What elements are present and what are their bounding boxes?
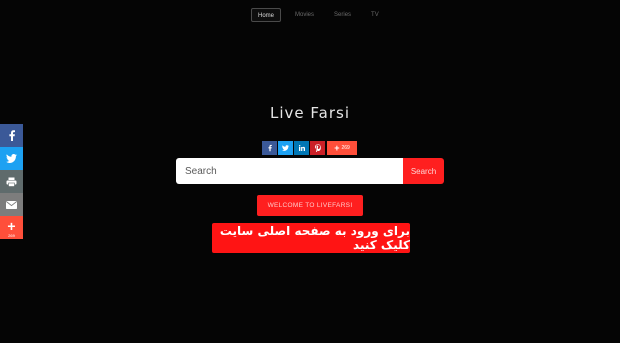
pinterest-share-button[interactable] [310, 141, 325, 155]
plus-icon: + [334, 142, 340, 153]
nav-item-series[interactable]: Series [328, 8, 357, 22]
facebook-share-button[interactable] [0, 124, 23, 147]
print-share-button[interactable] [0, 170, 23, 193]
search-form: Search [176, 158, 444, 184]
twitter-share-button[interactable] [278, 141, 293, 155]
twitter-share-button[interactable] [0, 147, 23, 170]
plus-icon: + [7, 217, 16, 234]
email-icon [6, 200, 17, 209]
twitter-icon [6, 154, 17, 163]
share-count: 269 [8, 233, 15, 238]
top-nav: Home Movies Series TV [251, 8, 393, 22]
nav-item-home[interactable]: Home [251, 8, 282, 22]
site-title: Live Farsi [270, 104, 350, 122]
print-icon [6, 177, 17, 187]
search-input[interactable] [176, 158, 403, 184]
pinterest-icon [314, 144, 321, 152]
facebook-icon [267, 144, 273, 152]
more-share-button[interactable]: + 269 [0, 216, 23, 239]
enter-site-button[interactable]: برای ورود به صفحه اصلی سایت کلیک کنید [212, 223, 410, 253]
share-row: + 269 [262, 141, 357, 155]
nav-item-movies[interactable]: Movies [289, 8, 320, 22]
search-button[interactable]: Search [403, 158, 444, 184]
facebook-icon [7, 130, 17, 141]
facebook-share-button[interactable] [262, 141, 277, 155]
more-share-button[interactable]: + 269 [327, 141, 357, 155]
twitter-icon [282, 145, 289, 151]
email-share-button[interactable] [0, 193, 23, 216]
nav-item-tv[interactable]: TV [365, 8, 385, 22]
floating-share-bar: + 269 [0, 124, 23, 239]
linkedin-share-button[interactable] [294, 141, 309, 155]
welcome-button[interactable]: WELCOME TO LIVEFARSI [257, 195, 363, 216]
share-count: 269 [341, 145, 350, 151]
linkedin-icon [298, 145, 305, 151]
